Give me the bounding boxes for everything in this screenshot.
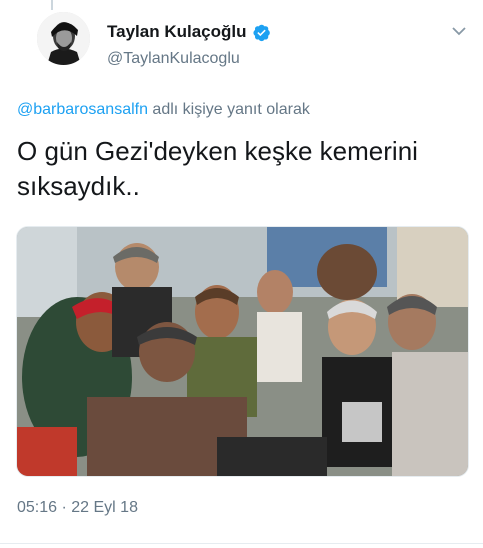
- reply-context: @barbarosansalfn adlı kişiye yanıt olara…: [17, 101, 310, 119]
- tweet-text: O gün Gezi'deyken keşke kemerini sıksayd…: [17, 136, 418, 201]
- verified-badge-icon: [252, 24, 270, 41]
- reply-context-text: adlı kişiye yanıt olarak: [147, 101, 310, 118]
- author-display-name[interactable]: Taylan Kulaçoğlu: [107, 22, 247, 42]
- tweet-timestamp[interactable]: 05:16 · 22 Eyl 18: [17, 499, 138, 517]
- reply-mention-link[interactable]: @barbarosansalfn: [17, 101, 148, 118]
- chevron-down-icon[interactable]: [450, 22, 468, 40]
- avatar-portrait-icon: [37, 12, 90, 65]
- author-avatar[interactable]: [37, 12, 90, 65]
- author-handle[interactable]: @TaylanKulacoglu: [107, 50, 240, 68]
- tweet-media-photo[interactable]: [16, 226, 469, 477]
- crowd-photo-icon: [17, 227, 468, 476]
- divider: [0, 543, 483, 544]
- thread-connector-line: [51, 0, 53, 10]
